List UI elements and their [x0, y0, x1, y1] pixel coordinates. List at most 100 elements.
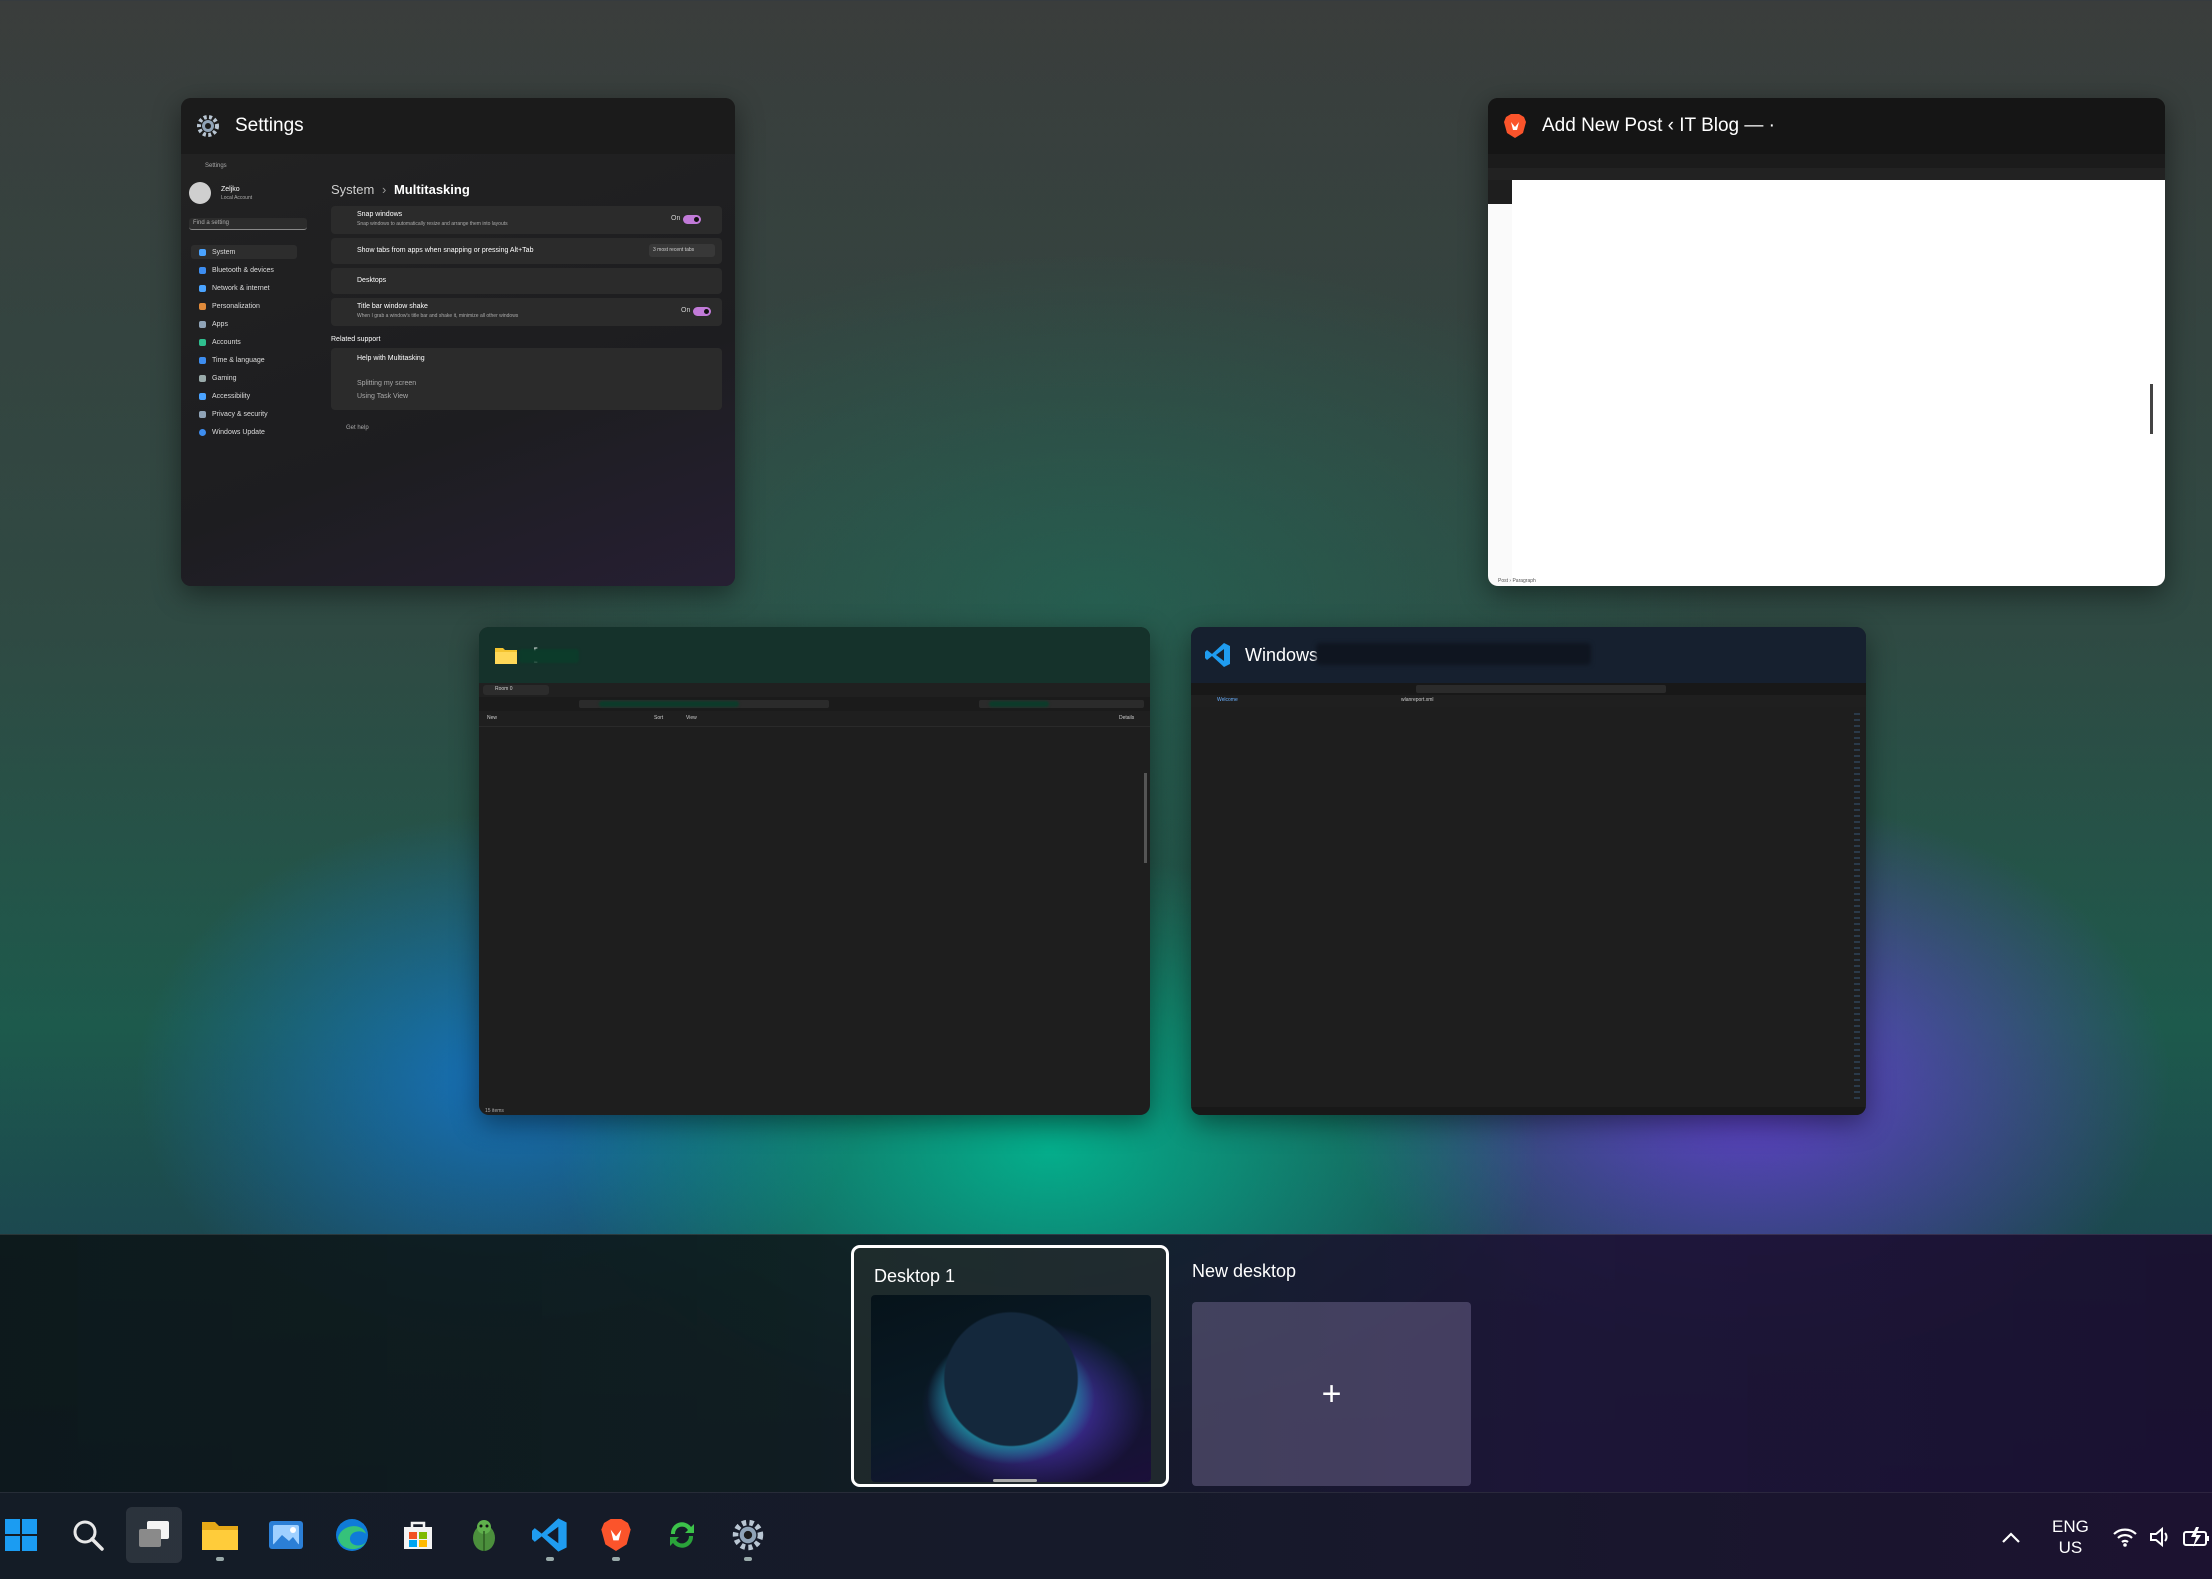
sidebar-item-personalization[interactable]: Personalization	[191, 299, 297, 313]
speaker-icon	[2150, 1526, 2168, 1547]
snap-windows-row[interactable]: Snap windows Snap windows to automatical…	[331, 206, 722, 234]
running-indicator	[612, 1557, 620, 1561]
explorer-view-button[interactable]: View	[686, 715, 697, 721]
redacted-search	[989, 701, 1049, 707]
vscode-taskbar-button[interactable]	[522, 1507, 578, 1563]
file-explorer-window-thumbnail[interactable]: [ Room 0 New Sort View Details 15 items	[479, 627, 1150, 1115]
browser-window-title: Add New Post ‹ IT Blog — ·	[1542, 115, 1776, 136]
edge-icon	[336, 1519, 368, 1551]
plus-icon: +	[1321, 1374, 1342, 1413]
desktops-row[interactable]: Desktops	[331, 268, 722, 294]
help-link-splitting[interactable]: Splitting my screen	[357, 380, 416, 387]
sidebar-item-time[interactable]: Time & language	[191, 353, 297, 367]
settings-window-title: Settings	[235, 115, 304, 136]
running-indicator	[744, 1557, 752, 1561]
help-multitasking-card[interactable]: Help with Multitasking Splitting my scre…	[331, 348, 722, 410]
snap-toggle[interactable]	[683, 215, 701, 224]
browser-address-bar[interactable]	[1488, 168, 2165, 180]
shake-toggle[interactable]	[693, 307, 711, 316]
settings-search-input[interactable]: Find a setting	[189, 218, 307, 230]
brave-taskbar-button[interactable]	[588, 1507, 644, 1563]
vscode-icon	[532, 1518, 567, 1552]
brave-lion-icon	[601, 1519, 631, 1551]
vscode-minimap[interactable]	[1854, 713, 1860, 1103]
store-icon	[404, 1521, 432, 1549]
sync-app-taskbar-button[interactable]	[654, 1507, 710, 1563]
breadcrumb-current: Multitasking	[393, 182, 470, 197]
desktop-1-wallpaper-thumbnail	[871, 1295, 1151, 1482]
sidebar-item-accessibility[interactable]: Accessibility	[191, 389, 297, 403]
sidebar-item-bluetooth[interactable]: Bluetooth & devices	[191, 263, 297, 277]
show-hidden-icons-button[interactable]	[2000, 1493, 2022, 1579]
vscode-window-title: Windows	[1245, 644, 1319, 665]
vscode-statusbar	[1191, 1107, 1866, 1115]
sidebar-item-apps[interactable]: Apps	[191, 317, 297, 331]
edge-taskbar-button[interactable]	[324, 1507, 380, 1563]
sidebar-label: Network & internet	[212, 284, 270, 292]
bluetooth-icon	[199, 266, 206, 274]
explorer-new-button[interactable]: New	[487, 715, 497, 721]
running-indicator	[216, 1557, 224, 1561]
tabs-dropdown-value: 3 most recent tabs	[653, 247, 695, 253]
sidebar-label: Personalization	[212, 302, 260, 310]
vscode-window-titlebar: Windows	[1191, 627, 1866, 683]
title-bar-shake-row[interactable]: Title bar window shake When I grab a win…	[331, 298, 722, 326]
status-paragraph: Paragraph	[1512, 578, 1536, 584]
system-icon	[199, 248, 206, 256]
sidebar-item-network[interactable]: Network & internet	[191, 281, 297, 295]
explorer-sort-button[interactable]: Sort	[654, 715, 663, 721]
folder-icon	[493, 642, 519, 668]
browser-scrollbar[interactable]	[2150, 384, 2153, 434]
settings-taskbar-button[interactable]	[720, 1507, 776, 1563]
photos-taskbar-button[interactable]	[258, 1507, 314, 1563]
accounts-icon	[199, 338, 206, 346]
explorer-tab[interactable]	[483, 685, 549, 695]
vscode-tab-welcome[interactable]: Welcome	[1217, 697, 1238, 703]
user-avatar	[189, 182, 211, 204]
language-indicator[interactable]: ENG US	[2052, 1493, 2089, 1579]
settings-gear-icon	[195, 113, 221, 139]
start-button[interactable]	[0, 1507, 49, 1563]
explorer-address-row	[479, 697, 1150, 711]
language-region: US	[2058, 1537, 2083, 1557]
vscode-tabbar: Welcome wlanreport.xml	[1191, 695, 1866, 707]
apps-icon	[199, 320, 206, 328]
network-icon	[199, 284, 206, 292]
sidebar-item-gaming[interactable]: Gaming	[191, 371, 297, 385]
browser-tabstrip	[1488, 154, 2165, 168]
desktop-1-card[interactable]: Desktop 1	[851, 1245, 1169, 1487]
settings-window-thumbnail[interactable]: Settings Settings Zeljko Local Account F…	[181, 98, 735, 586]
new-desktop-button[interactable]: +	[1192, 1302, 1471, 1486]
editor-canvas[interactable]	[1512, 180, 2165, 586]
quick-settings-button[interactable]	[2112, 1493, 2212, 1579]
explorer-command-bar: New Sort View Details	[479, 711, 1150, 727]
browser-window-thumbnail[interactable]: Add New Post ‹ IT Blog — · Post › Paragr…	[1488, 98, 2165, 586]
desktops-title: Desktops	[357, 277, 387, 284]
settings-preview: Settings Zeljko Local Account Find a set…	[181, 154, 735, 586]
sidebar-item-windows-update[interactable]: Windows Update	[191, 425, 297, 439]
status-post: Post	[1498, 578, 1509, 584]
task-view-button[interactable]	[126, 1507, 182, 1563]
get-help-link[interactable]: Get help	[346, 425, 369, 431]
bug-app-taskbar-button[interactable]	[456, 1507, 512, 1563]
search-button[interactable]	[60, 1507, 116, 1563]
chevron-up-icon	[2002, 1531, 2020, 1543]
show-tabs-row[interactable]: Show tabs from apps when snapping or pre…	[331, 238, 722, 264]
sidebar-item-accounts[interactable]: Accounts	[191, 335, 297, 349]
snap-title: Snap windows	[357, 211, 403, 218]
explorer-details-button[interactable]: Details	[1119, 715, 1134, 721]
explorer-scrollbar[interactable]	[1144, 773, 1147, 863]
bug-icon	[473, 1520, 495, 1551]
help-link-task-view[interactable]: Using Task View	[357, 393, 408, 400]
file-explorer-taskbar-button[interactable]	[192, 1507, 248, 1563]
settings-window-titlebar: Settings	[181, 98, 735, 154]
breadcrumb-separator: ›	[381, 182, 387, 197]
vscode-window-thumbnail[interactable]: Windows Welcome wlanreport.xml	[1191, 627, 1866, 1115]
sidebar-item-system[interactable]: System	[191, 245, 297, 259]
sidebar-item-privacy[interactable]: Privacy & security	[191, 407, 297, 421]
vscode-command-center[interactable]	[1416, 685, 1666, 693]
store-taskbar-button[interactable]	[390, 1507, 446, 1563]
sidebar-label: Accounts	[212, 338, 241, 346]
new-desktop-card[interactable]: New desktop +	[1192, 1247, 1510, 1489]
vscode-tab-file[interactable]: wlanreport.xml	[1401, 697, 1434, 703]
